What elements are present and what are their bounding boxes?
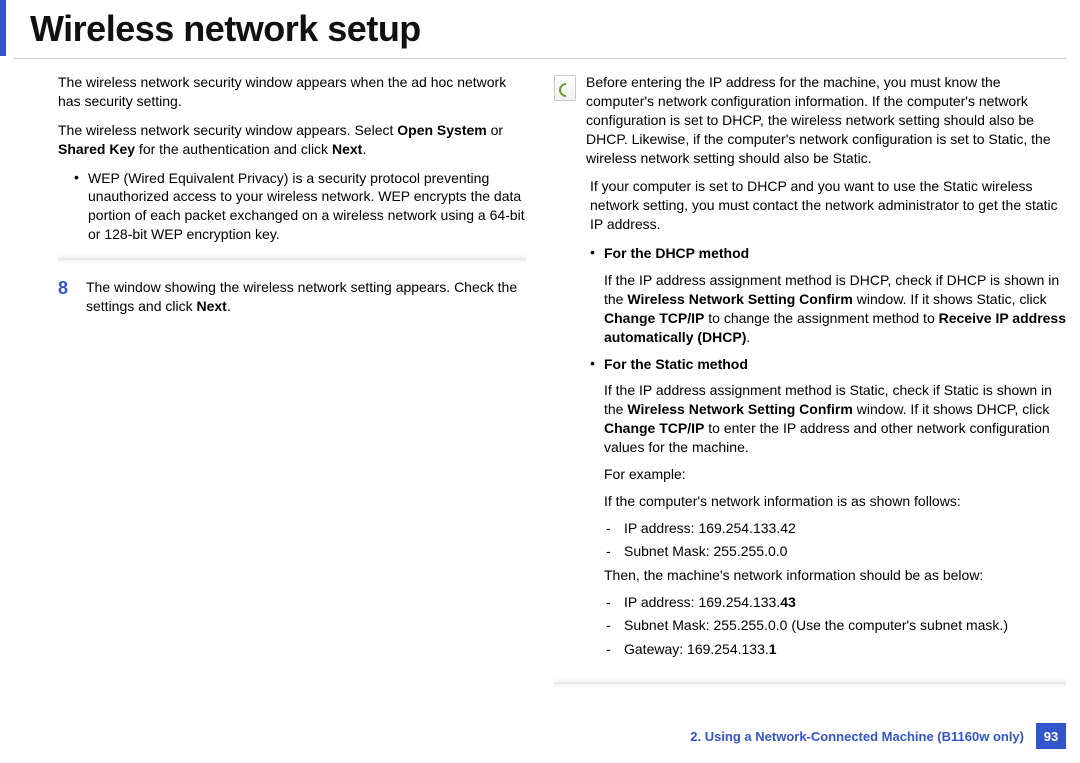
machine-gw-text: Gateway: 169.254.133.1	[624, 640, 1066, 660]
for-example: For example:	[554, 465, 1066, 484]
footer-chapter: 2. Using a Network-Connected Machine (B1…	[690, 729, 1024, 744]
comp-ip: -IP address: 169.254.133.42	[554, 519, 1066, 539]
bold-next: Next	[197, 298, 227, 314]
dhcp-body: If the IP address assignment method is D…	[554, 271, 1066, 347]
machine-mask: -Subnet Mask: 255.255.0.0 (Use the compu…	[554, 616, 1066, 636]
content-columns: The wireless network security window app…	[0, 73, 1080, 702]
static-body: If the IP address assignment method is S…	[554, 381, 1066, 457]
page-footer: 2. Using a Network-Connected Machine (B1…	[690, 723, 1066, 749]
comp-mask-text: Subnet Mask: 255.255.0.0	[624, 542, 1066, 562]
right-paragraph-2: If your computer is set to DHCP and you …	[554, 177, 1066, 234]
section-divider	[58, 254, 526, 264]
example-intro: If the computer's network information is…	[554, 492, 1066, 511]
then-text: Then, the machine's network information …	[554, 566, 1066, 585]
machine-gateway: -Gateway: 169.254.133.1	[554, 640, 1066, 660]
machine-ip: -IP address: 169.254.133.43	[554, 593, 1066, 613]
machine-ip-text: IP address: 169.254.133.43	[624, 593, 1066, 613]
note-text: Before entering the IP address for the m…	[586, 73, 1066, 167]
bold-wns-confirm: Wireless Network Setting Confirm	[627, 401, 852, 417]
right-column: Before entering the IP address for the m…	[554, 73, 1066, 702]
static-head-text: For the Static method	[604, 355, 1066, 374]
text: .	[227, 298, 231, 314]
title-divider	[14, 58, 1066, 59]
bold-wns-confirm: Wireless Network Setting Confirm	[627, 291, 852, 307]
bullet-dot: •	[590, 355, 604, 374]
text: IP address: 169.254.133.	[624, 594, 780, 610]
text: The window showing the wireless network …	[86, 279, 517, 314]
bold-next: Next	[332, 141, 362, 157]
text: The wireless network security window app…	[58, 122, 397, 138]
wep-text: WEP (Wired Equivalent Privacy) is a secu…	[88, 169, 526, 245]
step-number: 8	[58, 278, 86, 316]
machine-mask-text: Subnet Mask: 255.255.0.0 (Use the comput…	[624, 616, 1066, 636]
comp-ip-text: IP address: 169.254.133.42	[624, 519, 1066, 539]
text: or	[487, 122, 503, 138]
text: Gateway: 169.254.133.	[624, 641, 769, 657]
dash: -	[606, 593, 624, 613]
page-title: Wireless network setup	[0, 0, 1080, 56]
left-column: The wireless network security window app…	[14, 73, 526, 702]
text: for the authentication and click	[135, 141, 332, 157]
wep-bullet: • WEP (Wired Equivalent Privacy) is a se…	[14, 169, 526, 245]
dash: -	[606, 542, 624, 562]
text: window. If it shows Static, click	[853, 291, 1047, 307]
text: .	[362, 141, 366, 157]
bullet-dot: •	[74, 169, 88, 245]
text: to change the assignment method to	[704, 310, 938, 326]
bullet-dot: •	[590, 244, 604, 263]
left-paragraph-1: The wireless network security window app…	[14, 73, 526, 111]
bold-change-tcpip: Change TCP/IP	[604, 420, 704, 436]
bold-ip-last: 43	[780, 594, 796, 610]
step-text: The window showing the wireless network …	[86, 278, 526, 316]
text: .	[746, 329, 750, 345]
bold-change-tcpip: Change TCP/IP	[604, 310, 704, 326]
dash: -	[606, 640, 624, 660]
dash: -	[606, 616, 624, 636]
comp-mask: -Subnet Mask: 255.255.0.0	[554, 542, 1066, 562]
bold-open-system: Open System	[397, 122, 486, 138]
left-paragraph-2: The wireless network security window app…	[14, 121, 526, 159]
note-block: Before entering the IP address for the m…	[554, 73, 1066, 167]
dhcp-heading: • For the DHCP method	[554, 244, 1066, 263]
section-divider	[554, 678, 1066, 688]
bold-gw-last: 1	[769, 641, 777, 657]
dash: -	[606, 519, 624, 539]
static-heading: • For the Static method	[554, 355, 1066, 374]
dhcp-head-text: For the DHCP method	[604, 244, 1066, 263]
text: window. If it shows DHCP, click	[853, 401, 1050, 417]
step-8: 8 The window showing the wireless networ…	[14, 278, 526, 316]
page-number: 93	[1036, 723, 1066, 749]
bold-shared-key: Shared Key	[58, 141, 135, 157]
note-icon	[554, 75, 576, 101]
